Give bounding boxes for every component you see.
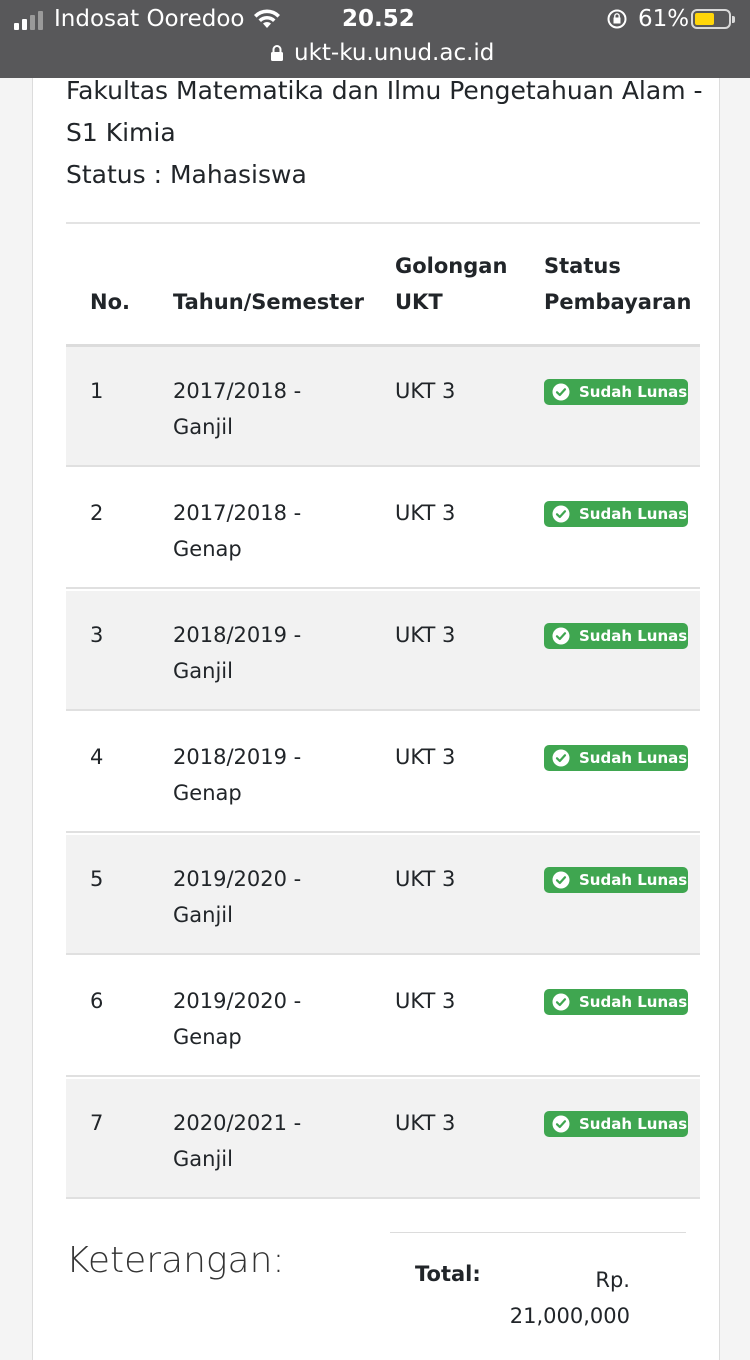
header-golongan-ukt: Golongan UKT — [395, 248, 507, 320]
row-semester: Ganjil — [173, 659, 233, 683]
table-row: 1 2017/2018 - Ganjil UKT 3 Sudah Lunas — [66, 347, 700, 467]
row-golongan: UKT 3 — [395, 623, 456, 647]
check-circle-icon — [552, 383, 570, 401]
status-badge-label: Sudah Lunas — [579, 383, 688, 401]
status-badge-label: Sudah Lunas — [579, 505, 688, 523]
status-badge: Sudah Lunas — [544, 501, 688, 527]
status-bar: Indosat Ooredoo 20.52 61% ukt-ku.unud.ac… — [0, 0, 750, 78]
row-semester: Genap — [173, 537, 242, 561]
header-tahun-semester: Tahun/Semester — [173, 290, 364, 314]
table-row: 3 2018/2019 - Ganjil UKT 3 Sudah Lunas — [66, 591, 700, 711]
row-year: 2019/2020 - — [173, 867, 302, 891]
row-year: 2017/2018 - — [173, 379, 302, 403]
row-year: 2019/2020 - — [173, 989, 302, 1013]
header-status-line1: Status — [544, 254, 621, 278]
keterangan-heading: Keterangan: — [66, 1240, 285, 1281]
row-golongan: UKT 3 — [395, 867, 456, 891]
status-badge: Sudah Lunas — [544, 989, 688, 1015]
header-status-line2: Pembayaran — [544, 290, 692, 314]
student-info: Fakultas Matematika dan Ilmu Pengetahuan… — [66, 70, 703, 196]
row-tahun-semester: 2020/2021 - Ganjil — [173, 1105, 301, 1177]
row-golongan: UKT 3 — [395, 379, 456, 403]
row-year: 2018/2019 - — [173, 623, 302, 647]
row-semester: Genap — [173, 1025, 242, 1049]
row-golongan: UKT 3 — [395, 989, 456, 1013]
status-badge: Sudah Lunas — [544, 867, 688, 893]
check-circle-icon — [552, 749, 570, 767]
row-tahun-semester: 2017/2018 - Ganjil — [173, 373, 301, 445]
row-tahun-semester: 2018/2019 - Genap — [173, 739, 301, 811]
row-semester: Ganjil — [173, 903, 233, 927]
total-divider — [390, 1232, 686, 1233]
check-circle-icon — [552, 505, 570, 523]
row-number: 6 — [90, 989, 104, 1013]
row-number: 1 — [90, 379, 104, 403]
check-circle-icon — [552, 627, 570, 645]
wifi-icon — [254, 9, 280, 28]
row-tahun-semester: 2017/2018 - Genap — [173, 495, 301, 567]
battery-percent: 61% — [638, 6, 690, 32]
status-badge-label: Sudah Lunas — [579, 871, 688, 889]
total-currency: Rp. — [595, 1268, 630, 1292]
table-row: 5 2019/2020 - Ganjil UKT 3 Sudah Lunas — [66, 835, 700, 955]
lock-icon — [271, 45, 283, 61]
table-row: 4 2018/2019 - Genap UKT 3 Sudah Lunas — [66, 713, 700, 833]
table-row: 2 2017/2018 - Genap UKT 3 Sudah Lunas — [66, 469, 700, 589]
status-badge: Sudah Lunas — [544, 623, 688, 649]
status-badge-label: Sudah Lunas — [579, 749, 688, 767]
status-badge-label: Sudah Lunas — [579, 993, 688, 1011]
clock: 20.52 — [342, 6, 415, 32]
url-text[interactable]: ukt-ku.unud.ac.id — [294, 40, 494, 66]
total-label: Total: — [415, 1262, 481, 1286]
row-number: 5 — [90, 867, 104, 891]
row-tahun-semester: 2018/2019 - Ganjil — [173, 617, 301, 689]
status-badge: Sudah Lunas — [544, 1111, 688, 1137]
row-golongan: UKT 3 — [395, 1111, 456, 1135]
program-text: S1 Kimia — [66, 118, 176, 147]
status-badge-label: Sudah Lunas — [579, 627, 688, 645]
rotation-lock-icon — [607, 9, 627, 29]
student-status: Status : Mahasiswa — [66, 160, 307, 189]
status-badge-label: Sudah Lunas — [579, 1115, 688, 1133]
check-circle-icon — [552, 871, 570, 889]
row-tahun-semester: 2019/2020 - Ganjil — [173, 861, 301, 933]
row-tahun-semester: 2019/2020 - Genap — [173, 983, 301, 1055]
row-number: 3 — [90, 623, 104, 647]
carrier-name: Indosat Ooredoo — [54, 6, 245, 32]
row-golongan: UKT 3 — [395, 745, 456, 769]
address-bar[interactable]: ukt-ku.unud.ac.id — [270, 40, 494, 66]
row-semester: Ganjil — [173, 415, 233, 439]
row-year: 2018/2019 - — [173, 745, 302, 769]
battery-icon — [691, 9, 735, 29]
total-value: Rp. 21,000,000 — [500, 1262, 630, 1334]
table-row: 6 2019/2020 - Genap UKT 3 Sudah Lunas — [66, 957, 700, 1077]
signal-icon — [14, 10, 48, 30]
row-number: 7 — [90, 1111, 104, 1135]
header-status-pembayaran: Status Pembayaran — [544, 248, 691, 320]
row-year: 2017/2018 - — [173, 501, 302, 525]
check-circle-icon — [552, 993, 570, 1011]
table-row: 7 2020/2021 - Ganjil UKT 3 Sudah Lunas — [66, 1079, 700, 1199]
row-number: 4 — [90, 745, 104, 769]
header-golongan-line2: UKT — [395, 290, 443, 314]
header-no: No. — [90, 290, 130, 314]
check-circle-icon — [552, 1115, 570, 1133]
row-year: 2020/2021 - — [173, 1111, 302, 1135]
status-badge: Sudah Lunas — [544, 745, 688, 771]
row-semester: Genap — [173, 781, 242, 805]
row-semester: Ganjil — [173, 1147, 233, 1171]
status-badge: Sudah Lunas — [544, 379, 688, 405]
row-golongan: UKT 3 — [395, 501, 456, 525]
total-amount: 21,000,000 — [509, 1304, 630, 1328]
header-golongan-line1: Golongan — [395, 254, 508, 278]
table-top-divider — [66, 222, 700, 224]
row-number: 2 — [90, 501, 104, 525]
